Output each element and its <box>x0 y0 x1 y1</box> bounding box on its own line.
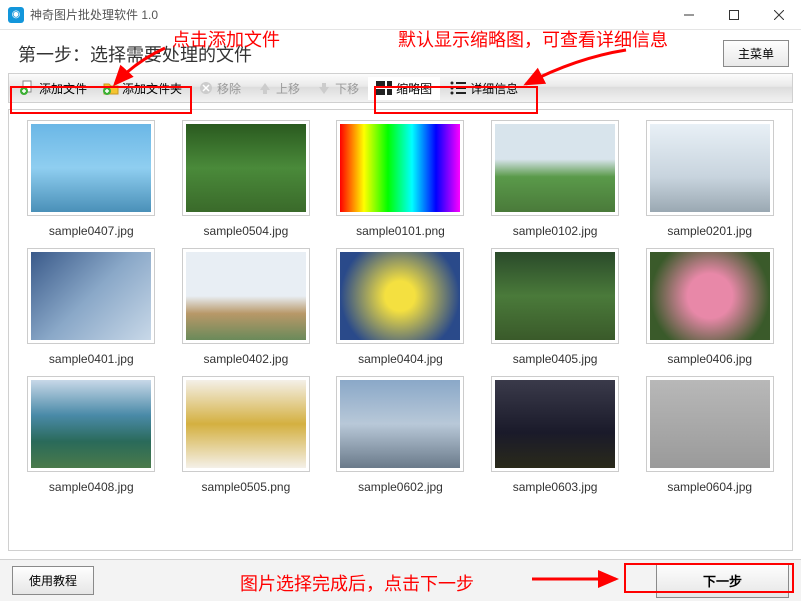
step-header: 第一步：选择需要处理的文件 主菜单 <box>0 30 801 73</box>
remove-button[interactable]: 移除 <box>191 76 248 101</box>
thumbnail-label: sample0102.jpg <box>513 224 598 238</box>
thumbnail-image <box>336 120 464 216</box>
tutorial-button[interactable]: 使用教程 <box>12 566 94 595</box>
thumbnail-image <box>491 248 619 344</box>
thumbnail-label: sample0404.jpg <box>358 352 443 366</box>
thumbnail-image <box>336 376 464 472</box>
thumbnail-item[interactable]: sample0101.png <box>330 120 471 238</box>
thumbnail-label: sample0505.png <box>202 480 291 494</box>
move-up-button[interactable]: 上移 <box>250 76 307 101</box>
thumbnail-item[interactable]: sample0603.jpg <box>485 376 626 494</box>
thumbnail-label: sample0603.jpg <box>513 480 598 494</box>
thumbnail-label: sample0604.jpg <box>667 480 752 494</box>
thumbnail-image <box>646 248 774 344</box>
arrow-up-icon <box>257 80 273 96</box>
move-up-label: 上移 <box>276 80 300 97</box>
main-menu-button[interactable]: 主菜单 <box>723 40 789 67</box>
thumbnail-item[interactable]: sample0401.jpg <box>21 248 162 366</box>
thumbnail-item[interactable]: sample0407.jpg <box>21 120 162 238</box>
add-folder-label: 添加文件夹 <box>122 80 182 97</box>
thumbnail-label: sample0401.jpg <box>49 352 134 366</box>
add-folder-button[interactable]: 添加文件夹 <box>96 76 189 101</box>
file-grid-area[interactable]: sample0407.jpg sample0504.jpg sample0101.p… <box>8 109 793 551</box>
arrow-down-icon <box>316 80 332 96</box>
titlebar: ◉ 神奇图片批处理软件 1.0 <box>0 0 801 30</box>
thumbnail-image <box>27 120 155 216</box>
next-button[interactable]: 下一步 <box>656 563 789 598</box>
thumbnail-label: 缩略图 <box>396 80 432 97</box>
thumbnail-item[interactable]: sample0405.jpg <box>485 248 626 366</box>
thumbnail-label: sample0602.jpg <box>358 480 443 494</box>
add-folder-icon <box>103 80 119 96</box>
thumbnail-item[interactable]: sample0602.jpg <box>330 376 471 494</box>
thumbnail-item[interactable]: sample0406.jpg <box>639 248 780 366</box>
thumbnail-image <box>27 248 155 344</box>
list-icon <box>450 80 466 96</box>
move-down-button[interactable]: 下移 <box>309 76 366 101</box>
add-file-label: 添加文件 <box>39 80 87 97</box>
footer: 使用教程 下一步 <box>0 559 801 601</box>
toolbar: 添加文件 添加文件夹 移除 上移 下移 缩略图 详细信息 <box>8 73 793 103</box>
window-title: 神奇图片批处理软件 1.0 <box>30 6 158 23</box>
thumbnail-image <box>646 120 774 216</box>
thumbnail-item[interactable]: sample0201.jpg <box>639 120 780 238</box>
thumbnail-label: sample0405.jpg <box>513 352 598 366</box>
app-icon: ◉ <box>8 7 24 23</box>
thumbnail-view-button[interactable]: 缩略图 <box>368 77 440 100</box>
remove-icon <box>198 80 214 96</box>
thumbnail-label: sample0101.png <box>356 224 445 238</box>
thumbnail-label: sample0504.jpg <box>204 224 289 238</box>
add-file-button[interactable]: 添加文件 <box>13 76 94 101</box>
minimize-button[interactable] <box>666 0 711 29</box>
thumbnail-image <box>27 376 155 472</box>
remove-label: 移除 <box>217 80 241 97</box>
move-down-label: 下移 <box>335 80 359 97</box>
thumbnail-item[interactable]: sample0505.png <box>176 376 317 494</box>
step-title: 第一步：选择需要处理的文件 <box>18 41 252 67</box>
thumbnail-item[interactable]: sample0102.jpg <box>485 120 626 238</box>
add-file-icon <box>20 80 36 96</box>
thumbnail-item[interactable]: sample0404.jpg <box>330 248 471 366</box>
thumbnail-label: sample0407.jpg <box>49 224 134 238</box>
thumbnail-icon <box>376 80 392 96</box>
thumbnail-item[interactable]: sample0402.jpg <box>176 248 317 366</box>
detail-label: 详细信息 <box>470 80 518 97</box>
thumbnail-image <box>182 376 310 472</box>
close-button[interactable] <box>756 0 801 29</box>
thumbnail-label: sample0408.jpg <box>49 480 134 494</box>
thumbnail-image <box>491 120 619 216</box>
thumbnail-item[interactable]: sample0604.jpg <box>639 376 780 494</box>
maximize-button[interactable] <box>711 0 756 29</box>
detail-view-button[interactable]: 详细信息 <box>442 77 526 100</box>
thumbnail-item[interactable]: sample0408.jpg <box>21 376 162 494</box>
thumbnail-label: sample0201.jpg <box>667 224 752 238</box>
thumbnail-label: sample0406.jpg <box>667 352 752 366</box>
thumbnail-image <box>646 376 774 472</box>
thumbnail-item[interactable]: sample0504.jpg <box>176 120 317 238</box>
thumbnail-image <box>182 248 310 344</box>
thumbnail-image <box>491 376 619 472</box>
thumbnail-image <box>336 248 464 344</box>
thumbnail-image <box>182 120 310 216</box>
thumbnail-label: sample0402.jpg <box>204 352 289 366</box>
